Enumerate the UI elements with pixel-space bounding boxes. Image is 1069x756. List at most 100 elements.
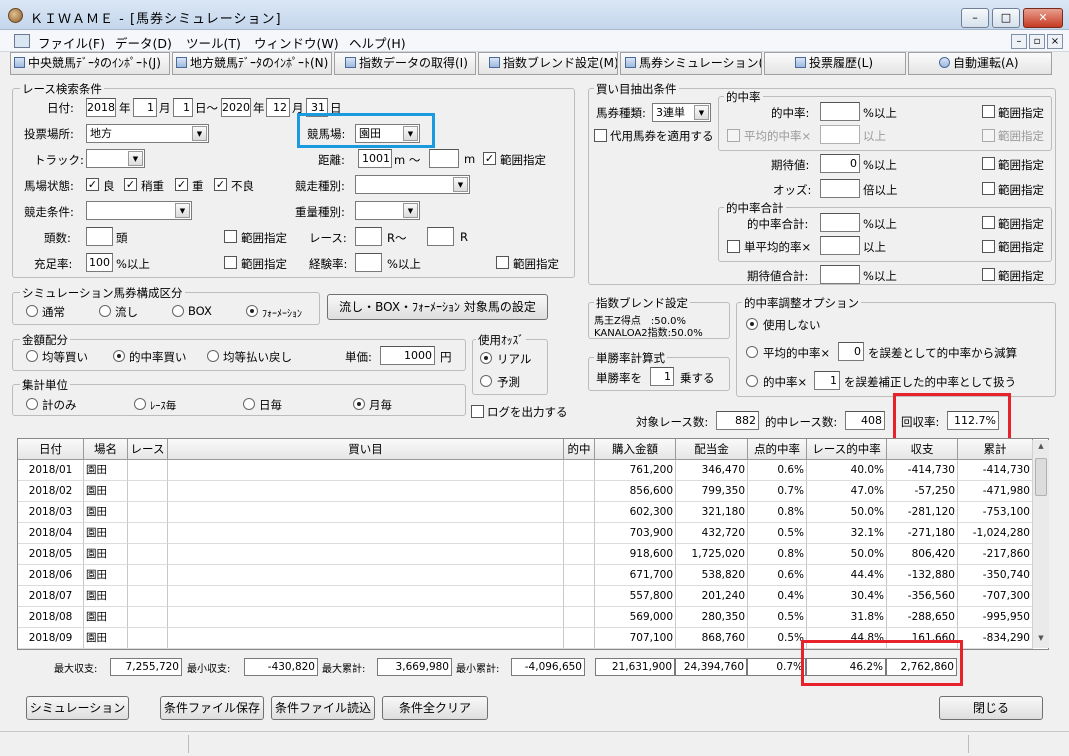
to-year-field[interactable]: 2020 — [221, 98, 251, 117]
experience-range-checkbox[interactable] — [496, 256, 509, 269]
cell-date[interactable]: 2018/09 — [18, 628, 84, 649]
mdi-close-button[interactable]: × — [1047, 34, 1063, 49]
cell-race-hit[interactable]: 31.8% — [807, 607, 887, 628]
cell-point-hit[interactable]: 0.8% — [748, 502, 807, 523]
agg-total-radio[interactable] — [26, 398, 38, 410]
cell-balance[interactable]: -132,880 — [887, 565, 958, 586]
win-rate-power-field[interactable]: 1 — [650, 367, 674, 386]
sim-nagashi-radio[interactable] — [99, 305, 111, 317]
cell-cumulative[interactable]: -471,980 — [958, 481, 1033, 502]
cell-race[interactable] — [128, 565, 168, 586]
adjust-correct-field[interactable]: 1 — [814, 371, 840, 390]
cell-race[interactable] — [128, 628, 168, 649]
cell-cumulative[interactable]: -707,300 — [958, 586, 1033, 607]
cell-point-hit[interactable]: 0.6% — [748, 460, 807, 481]
cell-cumulative[interactable]: -217,860 — [958, 544, 1033, 565]
import-local-button[interactable]: 地方競馬ﾃﾞｰﾀのｲﾝﾎﾟｰﾄ(N) — [172, 52, 332, 75]
adjust-correct-radio[interactable] — [746, 375, 758, 387]
cell-payout[interactable]: 346,470 — [676, 460, 748, 481]
cell-point-hit[interactable]: 0.4% — [748, 586, 807, 607]
import-central-button[interactable]: 中央競馬ﾃﾞｰﾀのｲﾝﾎﾟｰﾄ(J) — [10, 52, 170, 75]
close-window-button[interactable]: ✕ — [1023, 8, 1063, 28]
cell-balance[interactable]: -281,120 — [887, 502, 958, 523]
race-to-field[interactable] — [427, 227, 454, 246]
hit-rate-range-checkbox[interactable] — [982, 105, 995, 118]
from-year-field[interactable]: 2018 — [86, 98, 116, 117]
cell-point-hit[interactable]: 0.5% — [748, 523, 807, 544]
maximize-button[interactable]: □ — [992, 8, 1020, 28]
cell-purchase[interactable]: 761,200 — [595, 460, 676, 481]
race-from-field[interactable] — [355, 227, 382, 246]
cell-date[interactable]: 2018/04 — [18, 523, 84, 544]
cell-date[interactable]: 2018/08 — [18, 607, 84, 628]
agg-month-radio[interactable] — [353, 398, 365, 410]
col-header-hit[interactable]: 的中 — [564, 439, 595, 460]
cell-cumulative[interactable]: -753,100 — [958, 502, 1033, 523]
experience-rate-field[interactable] — [355, 253, 382, 272]
cell-race[interactable] — [128, 544, 168, 565]
cell-hit[interactable] — [564, 481, 595, 502]
weight-kind-select[interactable]: ▼ — [355, 201, 420, 220]
load-conditions-button[interactable]: 条件ファイル読込 — [271, 696, 375, 720]
col-header-balance[interactable]: 収支 — [887, 439, 958, 460]
fill-rate-field[interactable]: 100 — [86, 253, 113, 272]
cell-payout[interactable]: 201,240 — [676, 586, 748, 607]
index-blend-button[interactable]: 指数ブレンド設定(M) — [478, 52, 618, 75]
cell-balance[interactable]: -271,180 — [887, 523, 958, 544]
distance-range-checkbox[interactable]: ✓ — [483, 152, 496, 165]
sim-formation-radio[interactable] — [246, 305, 258, 317]
cell-hit[interactable] — [564, 565, 595, 586]
money-equal-payout-radio[interactable] — [207, 350, 219, 362]
cell-race[interactable] — [128, 523, 168, 544]
sim-normal-radio[interactable] — [26, 305, 38, 317]
col-header-cumulative[interactable]: 累計 — [958, 439, 1033, 460]
odds-value-field[interactable] — [820, 179, 860, 198]
menu-file[interactable]: ファイル(F) — [38, 33, 105, 52]
fill-range-checkbox[interactable] — [224, 256, 237, 269]
expected-sum-range-checkbox[interactable] — [982, 268, 995, 281]
minimize-button[interactable]: – — [961, 8, 989, 28]
cell-point-hit[interactable]: 0.7% — [748, 481, 807, 502]
cell-race[interactable] — [128, 481, 168, 502]
cell-hit[interactable] — [564, 607, 595, 628]
single-avg-range-checkbox[interactable] — [982, 240, 995, 253]
result-table[interactable]: 日付 場名 レース 買い目 的中 購入金額 配当金 点的中率 レース的中率 収支… — [17, 438, 1049, 650]
cell-purchase[interactable]: 918,600 — [595, 544, 676, 565]
cell-race[interactable] — [128, 460, 168, 481]
cond-heavy-checkbox[interactable]: ✓ — [175, 178, 188, 191]
simulate-button[interactable]: シミュレーション — [26, 696, 129, 720]
cell-race-hit[interactable]: 44.4% — [807, 565, 887, 586]
col-header-race-hit[interactable]: レース的中率 — [807, 439, 887, 460]
cell-bets[interactable] — [168, 460, 564, 481]
scroll-down-icon[interactable]: ▼ — [1034, 634, 1048, 646]
cell-date[interactable]: 2018/07 — [18, 586, 84, 607]
substitute-checkbox[interactable] — [594, 129, 607, 142]
cell-cumulative[interactable]: -834,290 — [958, 628, 1033, 649]
cell-hit[interactable] — [564, 502, 595, 523]
agg-race-radio[interactable] — [134, 398, 146, 410]
menu-data[interactable]: データ(D) — [115, 33, 172, 52]
mdi-minimize-button[interactable]: – — [1011, 34, 1027, 49]
cell-hit[interactable] — [564, 523, 595, 544]
single-avg-field[interactable] — [820, 236, 860, 255]
cell-payout[interactable]: 799,350 — [676, 481, 748, 502]
cond-slightly-heavy-checkbox[interactable]: ✓ — [124, 178, 137, 191]
cond-bad-checkbox[interactable]: ✓ — [214, 178, 227, 191]
avg-hit-checkbox[interactable] — [727, 129, 740, 142]
cell-hit[interactable] — [564, 586, 595, 607]
from-day-field[interactable]: 1 — [173, 98, 193, 117]
cell-hit[interactable] — [564, 628, 595, 649]
cell-cumulative[interactable]: -995,950 — [958, 607, 1033, 628]
cell-purchase[interactable]: 856,600 — [595, 481, 676, 502]
save-conditions-button[interactable]: 条件ファイル保存 — [160, 696, 264, 720]
cell-bets[interactable] — [168, 607, 564, 628]
mdi-restore-button[interactable]: ▫ — [1029, 34, 1045, 49]
cell-venue[interactable]: 園田 — [84, 544, 128, 565]
adjust-none-radio[interactable] — [746, 318, 758, 330]
cell-point-hit[interactable]: 0.5% — [748, 607, 807, 628]
cell-venue[interactable]: 園田 — [84, 628, 128, 649]
cell-venue[interactable]: 園田 — [84, 586, 128, 607]
cell-point-hit[interactable]: 0.6% — [748, 565, 807, 586]
cell-venue[interactable]: 園田 — [84, 607, 128, 628]
cell-payout[interactable]: 868,760 — [676, 628, 748, 649]
